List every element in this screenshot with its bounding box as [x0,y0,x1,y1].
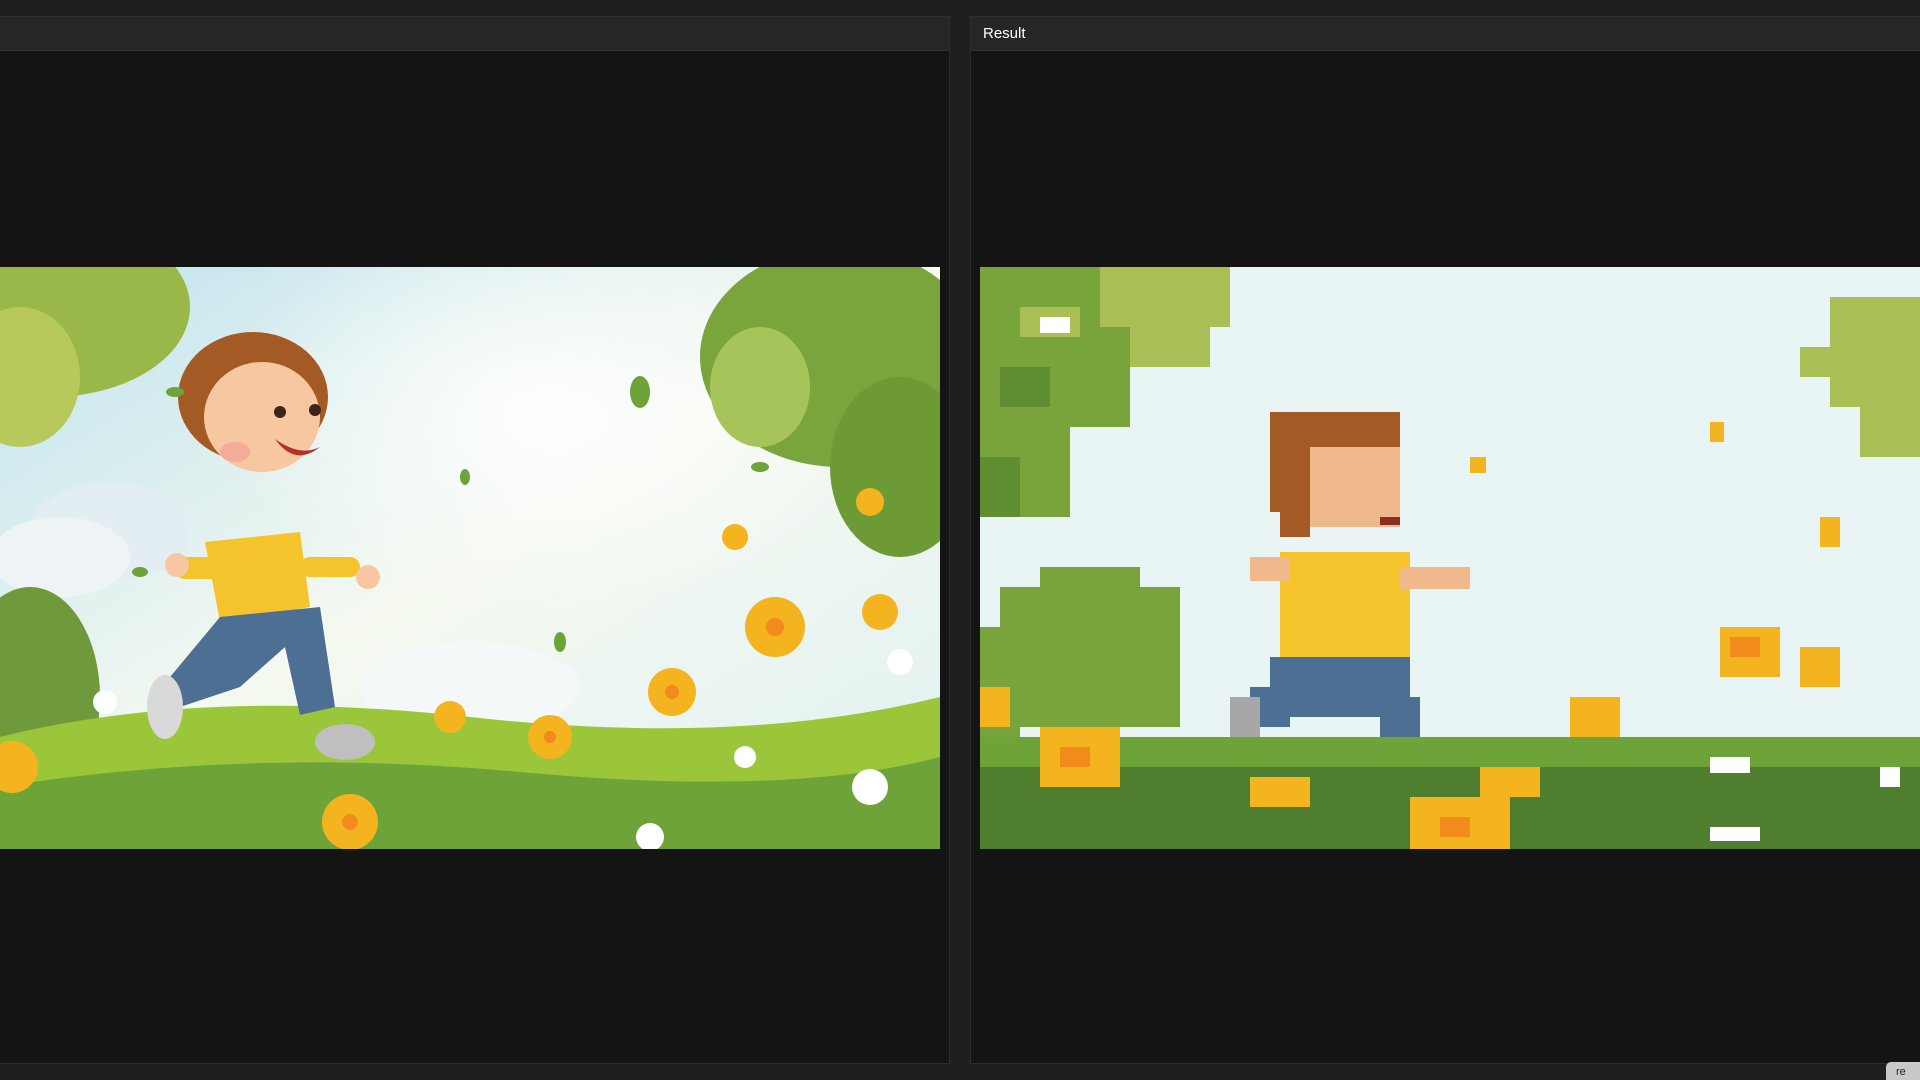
result-illustration [980,267,1920,849]
source-illustration [0,267,940,849]
result-panel-header: Result [971,17,1920,51]
source-panel-header [0,17,949,51]
result-image [980,267,1920,849]
source-panel [0,16,950,1064]
corner-badge-label: re [1896,1066,1906,1078]
corner-badge[interactable]: re [1886,1062,1920,1080]
source-image [0,267,940,849]
result-panel-title: Result [983,25,1026,42]
app-window: Result re [0,0,1920,1080]
result-panel: Result [970,16,1920,1064]
